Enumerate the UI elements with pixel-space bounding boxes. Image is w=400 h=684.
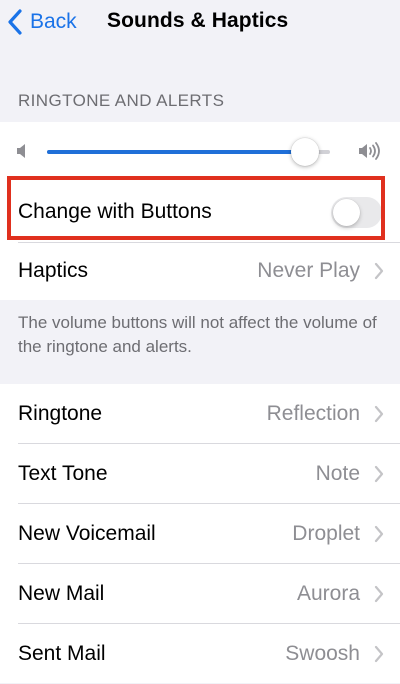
list-item-label: Text Tone	[18, 462, 108, 485]
page-title: Sounds & Haptics	[107, 9, 289, 32]
list-item-value: Note	[315, 462, 360, 485]
chevron-right-icon	[374, 525, 384, 543]
chevron-right-icon	[374, 585, 384, 603]
list-item-value: Swoosh	[285, 642, 360, 665]
chevron-right-icon	[374, 465, 384, 483]
chevron-right-icon	[374, 405, 384, 423]
speaker-low-icon	[17, 144, 25, 158]
haptics-row[interactable]: Haptics Never Play	[0, 242, 400, 300]
list-item-new-voicemail[interactable]: New Voicemail Droplet	[0, 504, 400, 564]
volume-fill	[47, 150, 305, 154]
haptics-label: Haptics	[18, 259, 89, 282]
list-item-label: Ringtone	[18, 402, 103, 425]
volume-slider-knob[interactable]	[290, 138, 319, 166]
section-header: RINGTONE AND ALERTS	[18, 91, 225, 110]
back-label: Back	[30, 10, 77, 33]
highlight-box	[7, 176, 385, 240]
list-item-sent-mail[interactable]: Sent Mail Swoosh	[0, 624, 400, 684]
list-item-label: New Mail	[18, 582, 105, 605]
speaker-high-icon	[359, 142, 380, 160]
list-item-ringtone[interactable]: Ringtone Reflection	[0, 384, 400, 444]
chevron-right-icon	[374, 262, 384, 280]
list-item-value: Aurora	[296, 582, 360, 605]
chevron-right-icon	[374, 645, 384, 663]
list-item-value: Reflection	[266, 402, 360, 425]
volume-slider-row	[0, 122, 400, 182]
haptics-value: Never Play	[257, 259, 360, 282]
back-button[interactable]: Back	[6, 6, 77, 38]
list-item-text-tone[interactable]: Text Tone Note	[0, 444, 400, 504]
section-footer: The volume buttons will not affect the v…	[18, 313, 377, 356]
list-item-value: Droplet	[292, 522, 360, 545]
list-item-new-mail[interactable]: New Mail Aurora	[0, 564, 400, 624]
sounds-group: Ringtone Reflection Text Tone Note New V…	[0, 384, 400, 683]
list-item-label: New Voicemail	[18, 522, 156, 545]
chevron-left-icon	[8, 9, 22, 35]
navigation-bar: Back Sounds & Haptics	[0, 0, 400, 44]
list-item-label: Sent Mail	[18, 642, 106, 665]
